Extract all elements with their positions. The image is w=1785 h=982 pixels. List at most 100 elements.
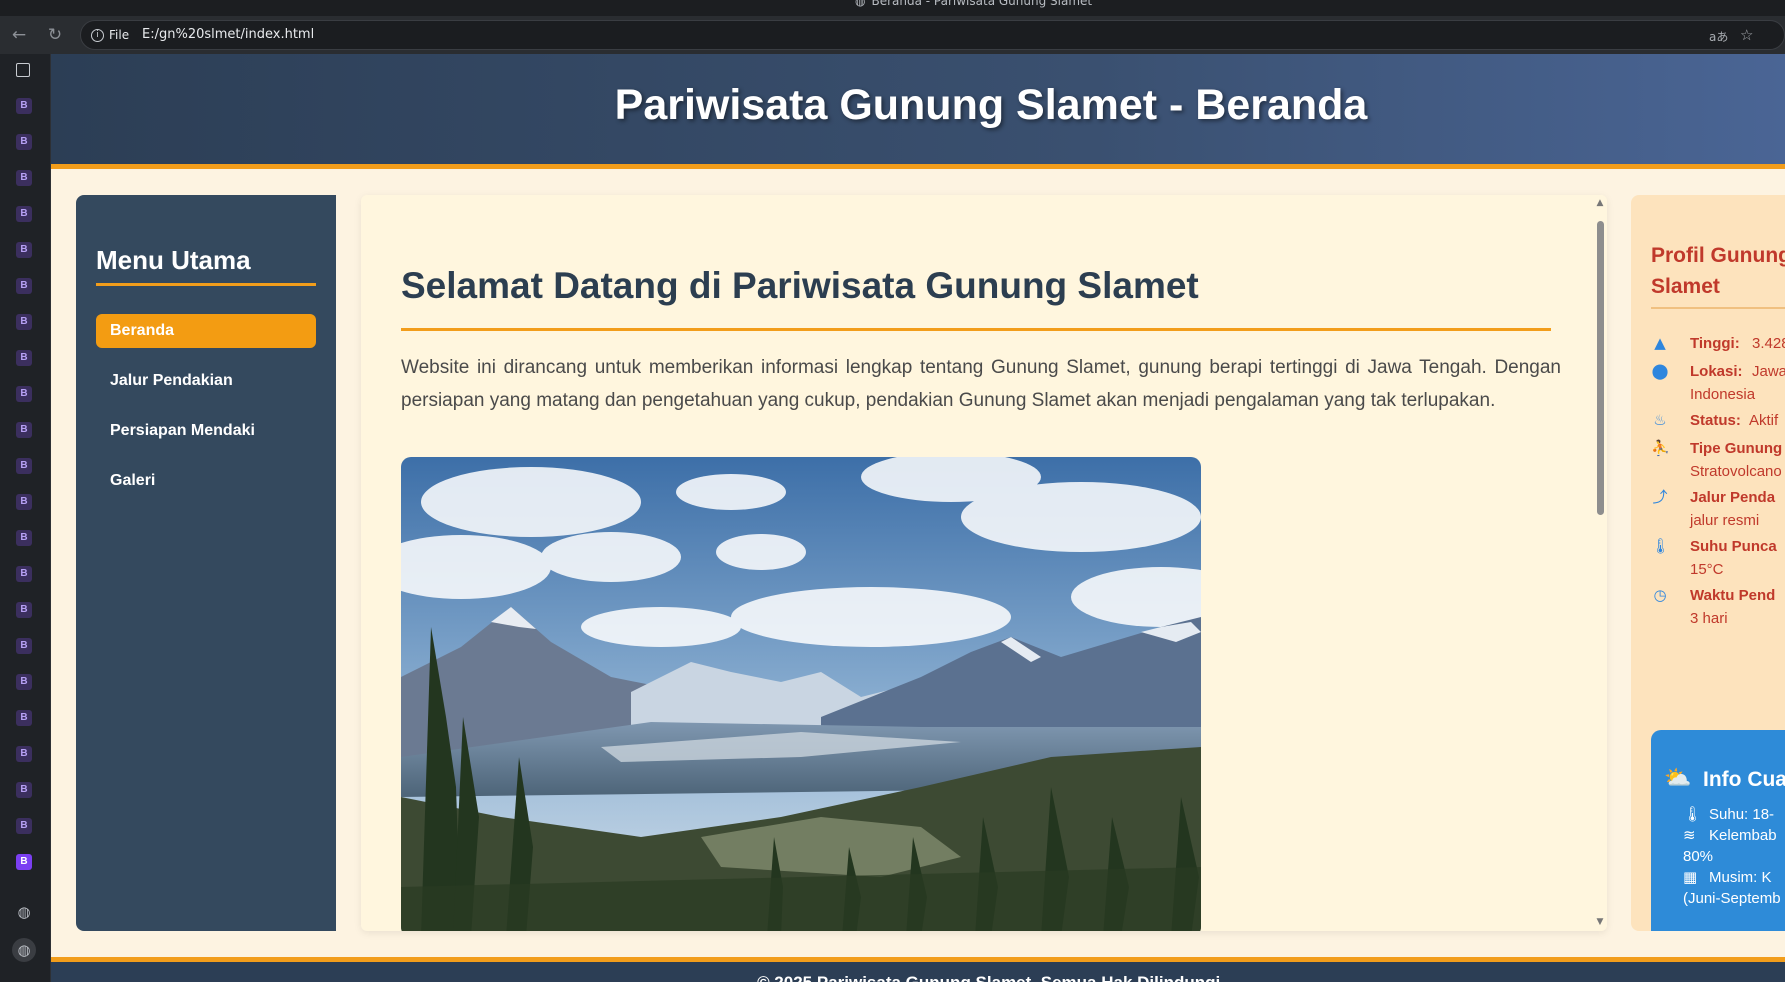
vertical-tab-favicon[interactable]: B: [16, 458, 32, 474]
vertical-tab-favicon[interactable]: B: [16, 530, 32, 546]
vertical-tab-favicon[interactable]: B: [16, 278, 32, 294]
profile-title: Profil Gunung Slamet: [1651, 244, 1785, 298]
vertical-tab-favicon[interactable]: B: [16, 674, 32, 690]
weather-row-musim: ▦ Musim: K: [1683, 866, 1772, 889]
read-aloud-icon[interactable]: aあ: [1709, 28, 1728, 45]
vertical-tab-favicon[interactable]: B: [16, 350, 32, 366]
cloud-sun-icon: ⛅: [1664, 766, 1692, 791]
profile-label: Waktu Pend: [1690, 587, 1776, 604]
globe-icon: ◍: [855, 0, 866, 8]
vertical-tab-favicon[interactable]: B: [16, 98, 32, 114]
weather-text: Musim: K: [1709, 869, 1772, 886]
vertical-tab-favicon[interactable]: B: [16, 854, 32, 870]
weather-text: 80%: [1683, 848, 1714, 865]
back-arrow-icon[interactable]: ←: [7, 23, 31, 47]
clock-icon: ◷: [1653, 586, 1667, 604]
weather-row-kelembaban-value: 80%: [1683, 845, 1713, 868]
star-icon[interactable]: ☆: [1740, 26, 1753, 44]
profile-value-line2: 3 hari: [1690, 610, 1728, 627]
hiking-icon: ⛹: [1651, 439, 1670, 457]
site-header: Pariwisata Gunung Slamet - Beranda: [51, 54, 1785, 169]
globe-icon[interactable]: ◍: [14, 902, 34, 922]
site-title: Pariwisata Gunung Slamet - Beranda: [614, 81, 1368, 129]
scroll-down-icon[interactable]: ▼: [1595, 917, 1605, 927]
thermometer-icon: 🌡: [1651, 537, 1671, 555]
profile-label: Status:: [1690, 412, 1741, 429]
main-content: Selamat Datang di Pariwisata Gunung Slam…: [361, 195, 1607, 931]
vertical-tab-favicon[interactable]: B: [16, 314, 32, 330]
vertical-tab-favicon[interactable]: B: [16, 170, 32, 186]
profile-label: Jalur Penda: [1690, 489, 1776, 506]
mountain-landscape-image: [401, 457, 1201, 931]
weather-row-musim-range: (Juni-Septemb: [1683, 887, 1781, 910]
tab-panel-icon[interactable]: [16, 63, 30, 77]
profile-value: Aktif: [1749, 412, 1779, 429]
menu-item-beranda[interactable]: Beranda: [96, 314, 316, 348]
window-title-text: Beranda - Pariwisata Gunung Slamet: [871, 0, 1093, 8]
vertical-tab-favicon[interactable]: B: [16, 710, 32, 726]
weather-card: ⛅ Info Cuaca 🌡 Suhu: 18- ≋ Kelembab 80% ▦ M…: [1651, 730, 1785, 931]
menu-item-galeri[interactable]: Galeri: [96, 464, 316, 498]
weather-row-suhu: 🌡 Suhu: 18-: [1683, 803, 1774, 826]
profile-label: Lokasi:: [1690, 363, 1743, 380]
menu-item-jalur-pendakian[interactable]: Jalur Pendakian: [96, 364, 316, 398]
vertical-tab-favicon[interactable]: B: [16, 566, 32, 582]
fire-icon: ♨: [1653, 411, 1667, 429]
weather-row-kelembaban: ≋ Kelembab: [1683, 824, 1777, 847]
menu-title: Menu Utama: [96, 245, 251, 275]
weather-text: Kelembab: [1709, 827, 1777, 844]
profile-value: Jawa: [1752, 363, 1785, 380]
vertical-tab-favicon[interactable]: B: [16, 782, 32, 798]
file-label: File: [109, 28, 130, 42]
address-bar[interactable]: i File E:/gn%20slmet/index.html aあ ☆: [80, 20, 1785, 50]
profile-value-line2: Indonesia: [1690, 386, 1756, 403]
vertical-tab-favicon[interactable]: B: [16, 386, 32, 402]
mountain-landscape-svg: [401, 457, 1201, 931]
footer-text: © 2025 Pariwisata Gunung Slamet. Semua H…: [51, 973, 1785, 982]
vertical-tab-favicon[interactable]: B: [16, 206, 32, 222]
weather-text: (Juni-Septemb: [1683, 890, 1781, 907]
content-scrollbar[interactable]: ▲ ▼: [1593, 195, 1607, 931]
window-title: ◍ Beranda - Pariwisata Gunung Slamet: [855, 0, 1092, 8]
reload-icon[interactable]: ↻: [43, 23, 67, 47]
vertical-tab-strip: ◍ ◍ B B B B B B B B B B B B B B B B B B B B B B: [0, 54, 51, 982]
vertical-tab-favicon[interactable]: B: [16, 422, 32, 438]
weather-title: Info Cuaca: [1703, 768, 1785, 791]
intro-text: Website ini dirancang untuk memberikan i…: [401, 357, 1561, 411]
menu-divider: [96, 283, 316, 286]
browser-toolbar: ← ↻ i File E:/gn%20slmet/index.html aあ ☆: [0, 16, 1785, 54]
main-menu: Menu Utama Beranda Jalur Pendakian Persi…: [76, 195, 336, 931]
vertical-tab-favicon[interactable]: B: [16, 818, 32, 834]
url-text[interactable]: E:/gn%20slmet/index.html: [142, 27, 314, 42]
scroll-up-icon[interactable]: ▲: [1595, 198, 1605, 208]
web-page: Pariwisata Gunung Slamet - Beranda Menu …: [51, 54, 1785, 982]
info-icon[interactable]: i: [91, 29, 104, 42]
route-icon: ⤴: [1652, 488, 1668, 506]
menu-item-persiapan-mendaki[interactable]: Persiapan Mendaki: [96, 414, 316, 448]
vertical-tab-favicon[interactable]: B: [16, 242, 32, 258]
profile-panel: Profil Gunung Slamet ▲ Tinggi: 3.428 ⬤ L…: [1631, 195, 1785, 931]
active-tab-globe-icon[interactable]: ◍: [12, 938, 36, 962]
profile-value-line2: 15°C: [1690, 561, 1724, 578]
vertical-tab-favicon[interactable]: B: [16, 602, 32, 618]
vertical-tab-favicon[interactable]: B: [16, 134, 32, 150]
profile-value-line2: jalur resmi: [1690, 512, 1760, 529]
mountain-icon: ▲: [1654, 334, 1666, 352]
thermometer-icon: 🌡: [1683, 805, 1703, 823]
content-title: Selamat Datang di Pariwisata Gunung Slam…: [401, 265, 1199, 306]
profile-divider: [1651, 307, 1785, 309]
location-pin-icon: ⬤: [1651, 362, 1669, 380]
profile-label: Tipe Gunung: [1690, 440, 1783, 457]
wind-icon: ≋: [1683, 826, 1696, 844]
vertical-tab-favicon[interactable]: B: [16, 494, 32, 510]
profile-value: 3.428: [1752, 335, 1785, 352]
weather-text: Suhu: 18-: [1709, 806, 1775, 823]
content-divider: [401, 328, 1551, 331]
site-footer: © 2025 Pariwisata Gunung Slamet. Semua H…: [51, 957, 1785, 982]
calendar-icon: ▦: [1683, 868, 1698, 886]
vertical-tab-favicon[interactable]: B: [16, 638, 32, 654]
profile-value-line2: Stratovolcano: [1690, 463, 1782, 480]
profile-label: Suhu Punca: [1690, 538, 1777, 555]
vertical-tab-favicon[interactable]: B: [16, 746, 32, 762]
scroll-thumb[interactable]: [1597, 221, 1604, 515]
